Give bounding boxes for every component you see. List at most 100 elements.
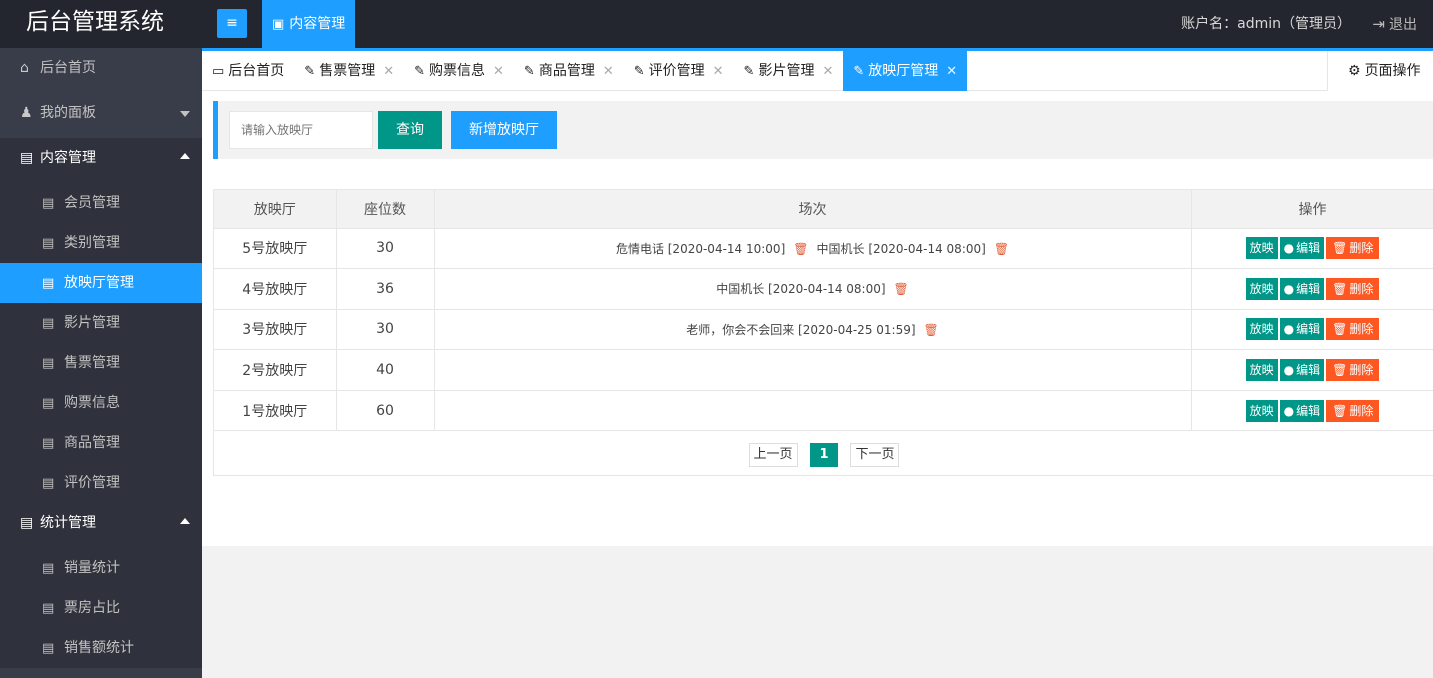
sidebar-item-category[interactable]: ▤ 类别管理 <box>0 223 202 263</box>
edit-label: 编辑 <box>1296 322 1321 337</box>
sidebar-item-sales-amount[interactable]: ▤ 销售额统计 <box>0 628 202 668</box>
edit-label: 编辑 <box>1296 363 1321 378</box>
sidebar-item-label: 放映厅管理 <box>64 275 134 291</box>
next-page-button[interactable]: 下一页 <box>850 443 900 467</box>
pagination: 上一页 1 下一页 <box>214 433 1433 476</box>
trash-icon[interactable]: 🗑︎ <box>793 242 808 256</box>
sidebar-item-movie[interactable]: ▤ 影片管理 <box>0 303 202 343</box>
sidebar-item-sales-volume[interactable]: ▤ 销量统计 <box>0 548 202 588</box>
add-hall-button[interactable]: 新增放映厅 <box>451 111 557 149</box>
sidebar-item-label: 销量统计 <box>64 560 120 576</box>
search-button[interactable]: 查询 <box>378 111 442 149</box>
play-button[interactable]: 放映 <box>1245 237 1278 260</box>
file-icon: ▤ <box>42 476 55 491</box>
edit-icon: ✎ <box>633 64 645 79</box>
page-operations-menu[interactable]: ⚙ 页面操作 <box>1327 51 1433 91</box>
sidebar-item-member[interactable]: ▤ 会员管理 <box>0 183 202 223</box>
close-icon[interactable]: ✕ <box>946 64 957 79</box>
sidebar-item-purchase-info[interactable]: ▤ 购票信息 <box>0 383 202 423</box>
tab-hall[interactable]: ✎ 放映厅管理 ✕ <box>843 51 968 91</box>
actions-cell: 放映 ● 编辑 🗑︎ 删除 <box>1191 390 1433 432</box>
trash-icon: 🗑︎ <box>1332 281 1348 296</box>
file-icon: ▤ <box>42 561 55 576</box>
tab-label: 放映厅管理 <box>868 63 939 79</box>
trash-icon[interactable]: 🗑︎ <box>924 323 939 337</box>
sidebar-item-box-office[interactable]: ▤ 票房占比 <box>0 588 202 628</box>
account-info[interactable]: 账户名：admin（管理员） <box>1181 0 1351 48</box>
sidebar-item-label: 后台首页 <box>40 60 96 76</box>
sidebar-item-label: 我的面板 <box>40 105 96 121</box>
edit-button[interactable]: ● 编辑 <box>1279 399 1325 422</box>
file-icon: ▤ <box>42 641 55 656</box>
delete-button[interactable]: 🗑︎ 删除 <box>1326 318 1380 341</box>
sidebar-item-my-panel[interactable]: ♟ 我的面板 <box>0 93 202 138</box>
tab-label: 影片管理 <box>758 63 815 79</box>
actions-cell: 放映 ● 编辑 🗑︎ 删除 <box>1191 268 1433 310</box>
close-icon[interactable]: ✕ <box>822 64 833 79</box>
chevron-down-icon <box>180 111 190 117</box>
actions-cell: 放映 ● 编辑 🗑︎ 删除 <box>1191 349 1433 391</box>
close-icon[interactable]: ✕ <box>603 64 614 79</box>
sidebar-item-content-mgmt[interactable]: ▤ 内容管理 <box>0 138 202 183</box>
tab-label: 后台首页 <box>228 63 285 79</box>
file-icon: ▤ <box>42 316 55 331</box>
file-icon: ▤ <box>42 196 55 211</box>
delete-button[interactable]: 🗑︎ 删除 <box>1326 277 1380 300</box>
sidebar-item-review[interactable]: ▤ 评价管理 <box>0 463 202 503</box>
tab-ticket-sales[interactable]: ✎ 售票管理 ✕ <box>294 51 404 91</box>
close-icon[interactable]: ✕ <box>713 64 724 79</box>
hall-name-cell: 5号放映厅 <box>214 228 337 270</box>
tab-label: 评价管理 <box>648 63 705 79</box>
logout-link[interactable]: ⇥ 退出 <box>1372 0 1417 48</box>
file-icon: ▤ <box>20 150 34 166</box>
chevron-up-icon <box>180 153 190 159</box>
column-header-seats: 座位数 <box>336 190 435 229</box>
play-button[interactable]: 放映 <box>1245 359 1278 382</box>
play-button[interactable]: 放映 <box>1245 399 1278 422</box>
sidebar-item-hall[interactable]: ▤ 放映厅管理 <box>0 263 202 303</box>
hall-name-cell: 1号放映厅 <box>214 390 337 432</box>
edit-icon: ✎ <box>523 64 535 79</box>
logout-icon: ⇥ <box>1372 15 1385 33</box>
trash-icon[interactable]: 🗑︎ <box>994 242 1009 256</box>
session-text: 中国机长 [2020-04-14 08:00] <box>716 282 886 297</box>
edit-button[interactable]: ● 编辑 <box>1279 277 1325 300</box>
table-row: 2号放映厅 40 放映 ● 编辑 🗑︎ 删除 <box>214 349 1433 391</box>
sidebar-item-goods[interactable]: ▤ 商品管理 <box>0 423 202 463</box>
sidebar-item-home[interactable]: ⌂ 后台首页 <box>0 48 202 93</box>
edit-label: 编辑 <box>1296 281 1321 296</box>
content-panel: 查询 新增放映厅 放映厅 座位数 场次 操作 5号放映厅30危情电话 [2020… <box>202 91 1433 546</box>
delete-button[interactable]: 🗑︎ 删除 <box>1326 359 1380 382</box>
sidebar-item-label: 票房占比 <box>64 600 120 616</box>
sidebar-item-stats-mgmt[interactable]: ▤ 统计管理 <box>0 503 202 548</box>
trash-icon[interactable]: 🗑︎ <box>894 282 909 296</box>
close-icon[interactable]: ✕ <box>383 64 394 79</box>
sidebar-item-label: 内容管理 <box>40 150 96 166</box>
delete-button[interactable]: 🗑︎ 删除 <box>1326 237 1380 260</box>
play-button[interactable]: 放映 <box>1245 277 1278 300</box>
tab-label: 商品管理 <box>538 63 595 79</box>
trash-icon: 🗑︎ <box>1332 241 1348 256</box>
edit-button[interactable]: ● 编辑 <box>1279 359 1325 382</box>
sessions-cell: 中国机长 [2020-04-14 08:00] 🗑︎ <box>434 268 1192 310</box>
edit-icon: ✎ <box>743 64 755 79</box>
sidebar-item-label: 统计管理 <box>40 515 96 531</box>
edit-button[interactable]: ● 编辑 <box>1279 237 1325 260</box>
sidebar-item-ticket-sales[interactable]: ▤ 售票管理 <box>0 343 202 383</box>
tab-home[interactable]: ▭ 后台首页 <box>202 51 294 91</box>
close-icon[interactable]: ✕ <box>493 64 504 79</box>
current-page-button[interactable]: 1 <box>810 443 838 467</box>
play-button[interactable]: 放映 <box>1245 318 1278 341</box>
prev-page-button[interactable]: 上一页 <box>748 443 798 467</box>
tab-goods[interactable]: ✎ 商品管理 ✕ <box>514 51 624 91</box>
tab-review[interactable]: ✎ 评价管理 ✕ <box>624 51 734 91</box>
hall-search-input[interactable] <box>229 111 373 149</box>
seat-count-cell: 30 <box>336 228 435 270</box>
top-module-tab[interactable]: ▣ 内容管理 <box>262 0 356 48</box>
menu-toggle-button[interactable]: ≡ <box>217 9 247 38</box>
delete-button[interactable]: 🗑︎ 删除 <box>1326 399 1380 422</box>
tab-purchase-info[interactable]: ✎ 购票信息 ✕ <box>404 51 514 91</box>
table-row: 1号放映厅 60 放映 ● 编辑 🗑︎ 删除 <box>214 390 1433 432</box>
edit-button[interactable]: ● 编辑 <box>1279 318 1325 341</box>
tab-movie[interactable]: ✎ 影片管理 ✕ <box>734 51 844 91</box>
